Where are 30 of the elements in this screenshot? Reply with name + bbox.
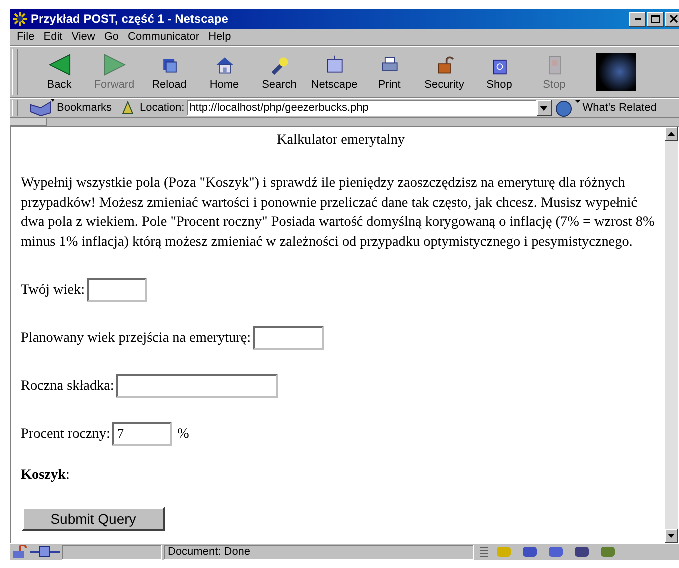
field-label: Twój wiek:: [21, 282, 86, 298]
toolbar-button[interactable]: Search: [252, 54, 307, 90]
toolbar-button[interactable]: Shop: [472, 54, 527, 90]
field-label: Roczna składka:: [21, 378, 114, 394]
menu-item[interactable]: View: [68, 31, 102, 43]
window-title: Przykład POST, część 1 - Netscape: [31, 12, 230, 26]
submit-button[interactable]: Submit Query: [22, 507, 165, 531]
menu-item[interactable]: Help: [206, 31, 238, 43]
toolbar-button[interactable]: Security: [417, 54, 472, 90]
field-label: Planowany wiek przejścia na emeryturę:: [21, 330, 252, 346]
toolbar-button[interactable]: Back: [32, 54, 87, 90]
page-heading: Kalkulator emerytalny: [276, 131, 406, 150]
location-label: Location:: [140, 102, 185, 114]
menu-item[interactable]: File: [14, 31, 41, 43]
menu-item[interactable]: Edit: [40, 31, 69, 43]
url-field[interactable]: http://localhost/php/geezerbucks.php: [186, 100, 537, 116]
unit-label: %: [177, 426, 190, 442]
status-text: Document: Done: [164, 544, 474, 560]
toolbar-button[interactable]: Reload: [142, 54, 197, 90]
toolbar-button[interactable]: Netscape: [307, 54, 362, 90]
basket-label: Koszyk:: [21, 466, 71, 485]
toolbar-button[interactable]: Print: [362, 54, 417, 90]
toolbar-button[interactable]: Home: [197, 54, 252, 90]
field-label: Procent roczny:: [21, 426, 110, 442]
bookmarks-button[interactable]: Bookmarks: [30, 99, 112, 117]
menu-item[interactable]: Communicator: [125, 31, 206, 43]
input-field[interactable]: 7: [112, 422, 172, 446]
whats-related-button[interactable]: What's Related: [556, 100, 657, 116]
menu-item[interactable]: Go: [101, 31, 126, 43]
intro-paragraph: Wypełnij wszystkie pola (Poza "Koszyk") i sprawdź ile pieniędzy zaoszczędzisz na emeryturę dla różnych przypadków! Możesz zmieniać wartości i ponownie przeliczać dane tak często, jak chcesz. Musisz wypełnić dwa pola z wiekiem. Pole "Procent roczny" Posiada wartość domyślną korygowaną o inflację (7% = wzrost 8% minus 1% inflacja) którą możesz zmieniać w zależności od przypadku optymistycznego i pesymistycznego.: [21, 174, 656, 252]
